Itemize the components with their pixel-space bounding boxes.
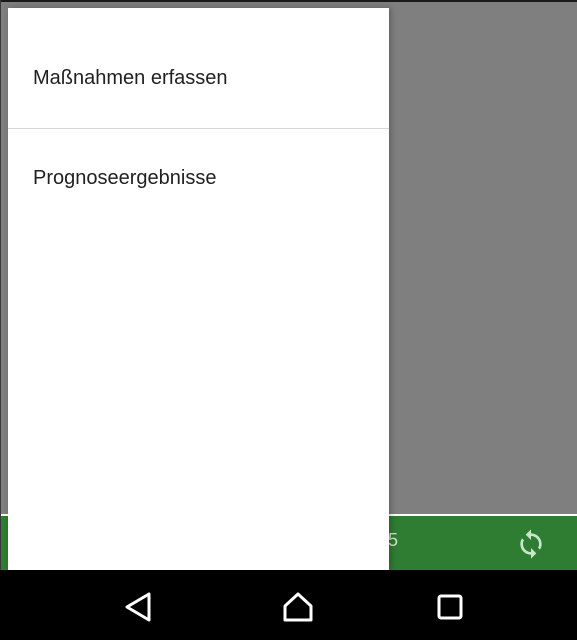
- home-icon[interactable]: [281, 590, 315, 624]
- navigation-drawer: Maßnahmen erfassen Prognoseergebnisse: [8, 8, 389, 570]
- system-navigation-bar: [0, 570, 577, 640]
- recents-icon[interactable]: [434, 590, 468, 624]
- bottom-bar-text: 5: [388, 530, 399, 550]
- drawer-divider: [8, 128, 389, 129]
- screen: 5 Maßnahmen erfassen Prognoseergebnisse: [0, 0, 577, 640]
- drawer-item-label: Prognoseergebnisse: [33, 167, 217, 189]
- back-icon[interactable]: [122, 590, 156, 624]
- left-edge: [0, 0, 1, 570]
- drawer-item-label: Maßnahmen erfassen: [33, 67, 228, 89]
- drawer-item-massnahmen-erfassen[interactable]: Maßnahmen erfassen: [8, 59, 389, 99]
- drawer-item-prognoseergebnisse[interactable]: Prognoseergebnisse: [8, 159, 389, 199]
- top-edge: [0, 0, 577, 2]
- sync-icon[interactable]: [515, 528, 547, 560]
